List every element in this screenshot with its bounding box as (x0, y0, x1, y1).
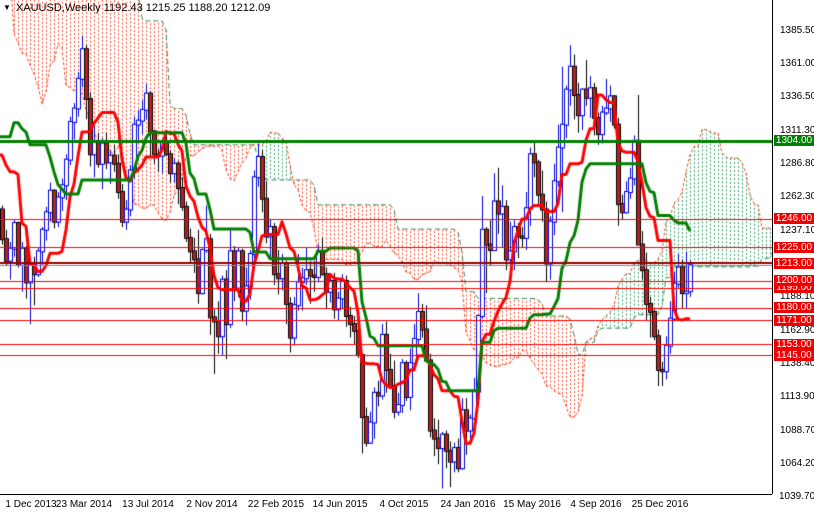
price-tick-label: 1064.20 (780, 457, 814, 469)
chart-title: ▼ XAUUSD,Weekly 1192.43 1215.25 1188.20 … (3, 2, 270, 14)
price-level-badge: 1180.00 (774, 302, 814, 314)
price-level-badge: 1145.00 (774, 349, 814, 361)
price-level-badge: 1200.00 (774, 275, 814, 287)
date-label: 25 Dec 2016 (631, 499, 689, 510)
price-level-badge: 1225.00 (774, 241, 814, 253)
date-label: 15 May 2016 (503, 499, 561, 510)
price-tick-label: 1385.50 (780, 25, 814, 36)
date-label: 4 Sep 2016 (570, 499, 622, 510)
ohlc-readout: XAUUSD,Weekly 1192.43 1215.25 1188.20 12… (15, 2, 271, 14)
price-level-badge: 1153.00 (774, 338, 814, 350)
price-tick-label: 1361.00 (780, 58, 814, 70)
date-label: 1 Dec 2013 (5, 499, 57, 510)
date-label: 14 Jun 2015 (312, 499, 368, 510)
price-tick-label: 1286.80 (780, 158, 814, 169)
price-tick-label: 1039.70 (779, 491, 814, 503)
price-level-badge: 1213.00 (774, 257, 814, 269)
price-level-badge: 1246.00 (774, 213, 814, 225)
price-level-badge: 1171.00 (774, 314, 814, 326)
date-label: 2 Nov 2014 (186, 499, 238, 510)
price-level-badge: 1304.00 (774, 135, 814, 147)
price-chart[interactable] (0, 0, 814, 514)
price-tick-label: 1088.70 (780, 424, 814, 436)
price-axis[interactable]: 1385.50 1361.00 1336.50 1311.30 1286.80 1262.… (772, 0, 814, 494)
price-tick-label: 1162.90 (780, 324, 814, 336)
date-label: 24 Jan 2016 (440, 499, 496, 510)
collapse-triangle-icon[interactable]: ▼ (3, 3, 11, 13)
price-tick-label: 1237.10 (780, 224, 814, 236)
time-axis[interactable]: 1 Dec 2013 23 Mar 2014 13 Jul 2014 2 Nov 20… (0, 494, 773, 514)
date-label: 4 Oct 2015 (379, 499, 429, 510)
price-tick-label: 1262.30 (780, 191, 814, 203)
price-tick-label: 1113.90 (780, 391, 814, 402)
date-label: 13 Jul 2014 (122, 499, 174, 510)
price-tick-label: 1336.50 (780, 91, 814, 103)
date-label: 23 Mar 2014 (55, 499, 113, 510)
axis-corner: 1039.70 (772, 491, 814, 514)
trading-chart-window: ▼ XAUUSD,Weekly 1192.43 1215.25 1188.20 … (0, 0, 814, 514)
date-label: 22 Feb 2015 (247, 499, 305, 510)
